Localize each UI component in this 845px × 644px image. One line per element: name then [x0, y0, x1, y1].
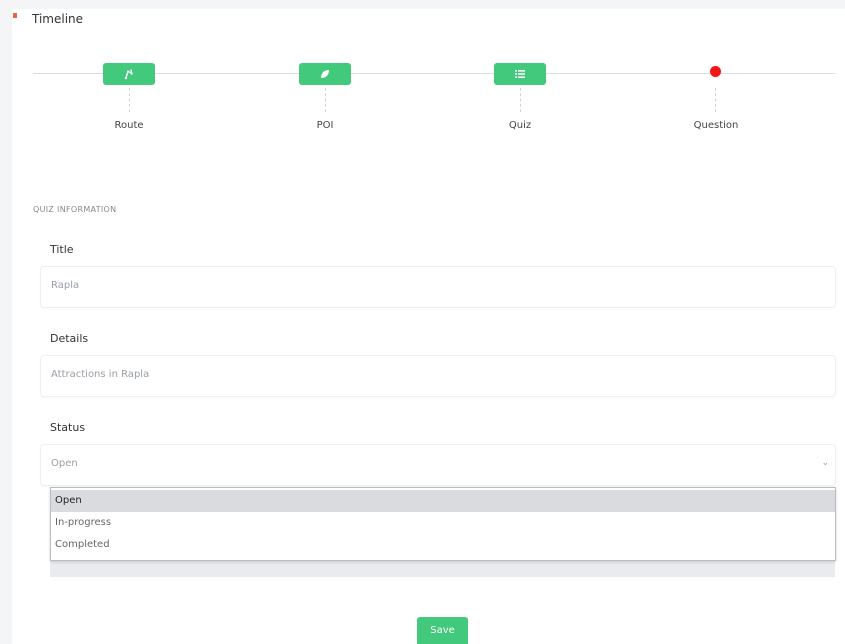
timeline-connector — [325, 88, 326, 112]
timeline-step-poi[interactable] — [299, 63, 351, 85]
timeline-label-poi: POI — [316, 120, 334, 131]
status-select-value: Open — [51, 458, 78, 469]
status-label: Status — [50, 421, 86, 434]
timeline-label-question: Question — [693, 120, 739, 131]
status-option-open[interactable]: Open — [51, 490, 835, 512]
save-button[interactable]: Save — [417, 617, 468, 644]
timeline-label-quiz: Quiz — [508, 120, 532, 131]
leaf-icon — [321, 70, 329, 78]
timeline-connector — [520, 88, 521, 112]
chevron-down-icon: ⌄ — [821, 458, 829, 468]
details-input-value: Attractions in Rapla — [51, 369, 150, 380]
title-label: Title — [50, 243, 74, 256]
status-option-completed[interactable]: Completed — [51, 534, 835, 556]
route-icon — [124, 69, 133, 80]
details-label: Details — [50, 332, 89, 345]
list-icon — [515, 70, 525, 78]
timeline-label-route: Route — [114, 120, 144, 131]
status-dropdown: Open In-progress Completed — [50, 487, 836, 561]
timeline-title: Timeline — [32, 12, 84, 26]
timeline-step-route[interactable] — [103, 63, 155, 85]
status-option-in-progress[interactable]: In-progress — [51, 512, 835, 534]
top-strip — [0, 0, 845, 9]
section-heading: QUIZ INFORMATION — [33, 205, 117, 214]
details-input[interactable]: Attractions in Rapla — [40, 355, 836, 397]
status-select[interactable]: Open ⌄ — [40, 444, 836, 486]
title-input[interactable]: Rapla — [40, 266, 836, 308]
timeline-connector — [129, 88, 130, 112]
timeline-connector — [715, 88, 716, 112]
timeline-step-quiz[interactable] — [494, 63, 546, 85]
timeline-step-question-dot[interactable] — [710, 66, 721, 77]
title-input-value: Rapla — [51, 280, 80, 291]
corner-marker — [13, 13, 17, 18]
left-strip — [0, 0, 12, 644]
